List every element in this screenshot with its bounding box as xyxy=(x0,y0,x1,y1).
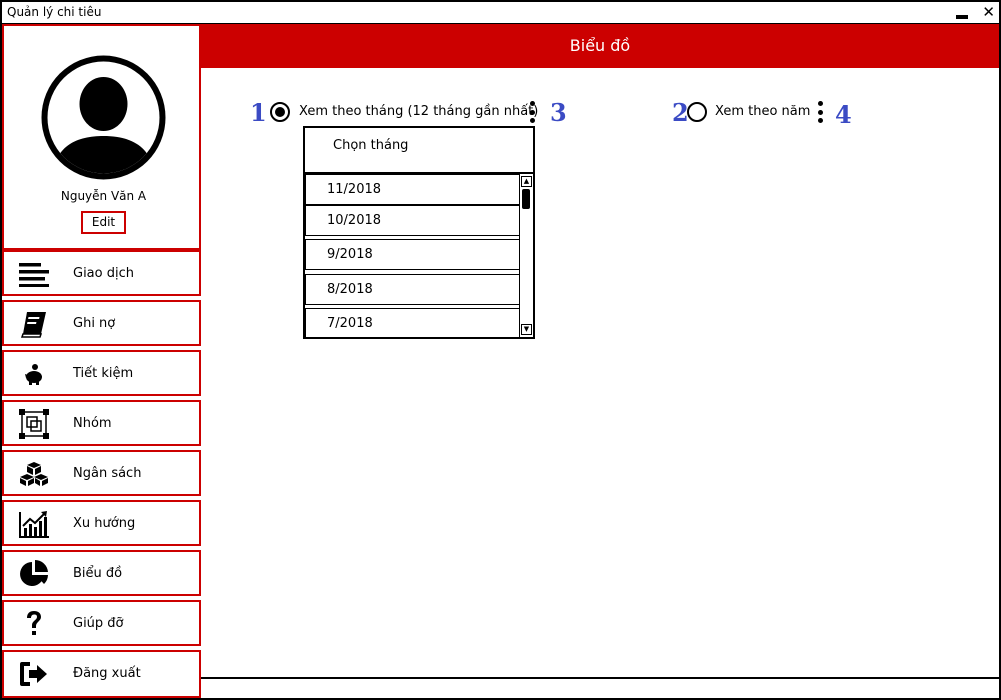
sidebar-item-label: Biểu đồ xyxy=(73,566,123,581)
annotation-number-3: 3 xyxy=(550,98,567,127)
title-bar: Quản lý chi tiêu ✕ xyxy=(2,2,999,24)
month-list: 11/2018 10/2018 9/2018 8/2018 7/2018 ▲ ▼ xyxy=(303,172,535,339)
sidebar-item-ghi-no[interactable]: Ghi nợ xyxy=(2,300,201,346)
avatar xyxy=(41,55,166,180)
sidebar-item-giup-do[interactable]: Giúp đỡ xyxy=(2,600,201,646)
month-option-label: 9/2018 xyxy=(327,247,373,262)
month-option[interactable]: 8/2018 xyxy=(305,274,523,305)
month-dropdown-title: Chọn tháng xyxy=(333,138,409,153)
month-option[interactable]: 7/2018 xyxy=(305,308,520,337)
month-option-label: 10/2018 xyxy=(327,213,382,228)
book-icon xyxy=(19,309,49,339)
cubes-icon xyxy=(19,459,49,489)
window-title: Quản lý chi tiêu xyxy=(7,5,102,19)
month-dropdown-header[interactable]: Chọn tháng xyxy=(303,126,535,174)
logout-icon xyxy=(19,659,49,689)
sidebar-item-tiet-kiem[interactable]: Tiết kiệm xyxy=(2,350,201,396)
year-view-radio[interactable] xyxy=(687,102,707,122)
edit-profile-button[interactable]: Edit xyxy=(81,211,126,234)
sidebar-item-ngan-sach[interactable]: Ngân sách xyxy=(2,450,201,496)
month-option-label: 7/2018 xyxy=(327,316,373,331)
sidebar-item-dang-xuat[interactable]: Đăng xuất xyxy=(2,650,201,698)
month-option[interactable]: 10/2018 xyxy=(305,205,520,236)
sidebar: Nguyễn Văn A Edit Giao dịch Ghi nợ Tiết … xyxy=(2,24,201,698)
month-list-scrollbar[interactable]: ▲ ▼ xyxy=(519,174,533,337)
month-option[interactable]: 9/2018 xyxy=(305,239,520,270)
month-view-radio[interactable] xyxy=(270,102,290,122)
pie-chart-icon xyxy=(19,559,49,589)
annotation-number-4: 4 xyxy=(835,100,852,129)
scroll-up-arrow-icon[interactable]: ▲ xyxy=(521,176,532,187)
profile-panel: Nguyễn Văn A Edit xyxy=(2,24,201,250)
sidebar-item-label: Giúp đỡ xyxy=(73,616,124,631)
year-view-label: Xem theo năm xyxy=(715,104,811,119)
sidebar-item-label: Giao dịch xyxy=(73,266,134,281)
list-icon xyxy=(19,259,49,289)
sidebar-item-label: Tiết kiệm xyxy=(73,366,134,381)
sidebar-item-label: Xu hướng xyxy=(73,516,136,531)
minimize-button[interactable] xyxy=(956,15,969,19)
year-options-menu-icon[interactable] xyxy=(816,101,824,123)
page-header: Biểu đồ xyxy=(201,24,999,68)
sidebar-item-label: Nhóm xyxy=(73,416,112,431)
trend-chart-icon xyxy=(19,509,49,539)
content-bottom-border xyxy=(201,677,999,679)
scroll-thumb[interactable] xyxy=(522,189,530,209)
month-view-label: Xem theo tháng (12 tháng gần nhất) xyxy=(299,104,539,119)
sidebar-item-label: Đăng xuất xyxy=(73,666,141,681)
sidebar-item-xu-huong[interactable]: Xu hướng xyxy=(2,500,201,546)
close-button[interactable]: ✕ xyxy=(982,3,995,21)
month-option-label: 11/2018 xyxy=(327,182,382,197)
sidebar-item-giao-dich[interactable]: Giao dịch xyxy=(2,250,201,296)
month-option[interactable]: 11/2018 xyxy=(305,174,520,205)
piggy-bank-icon xyxy=(19,359,49,389)
page-title: Biểu đồ xyxy=(569,36,631,55)
sidebar-item-nhom[interactable]: Nhóm xyxy=(2,400,201,446)
month-option-label: 8/2018 xyxy=(327,282,373,297)
sidebar-item-label: Ghi nợ xyxy=(73,316,116,331)
help-icon xyxy=(19,609,49,639)
group-icon xyxy=(19,409,49,439)
month-options-menu-icon[interactable] xyxy=(528,101,536,123)
sidebar-item-label: Ngân sách xyxy=(73,466,142,481)
user-name: Nguyễn Văn A xyxy=(60,189,147,203)
sidebar-item-bieu-do[interactable]: Biểu đồ xyxy=(2,550,201,596)
scroll-down-arrow-icon[interactable]: ▼ xyxy=(521,324,532,335)
annotation-number-1: 1 xyxy=(250,98,267,127)
